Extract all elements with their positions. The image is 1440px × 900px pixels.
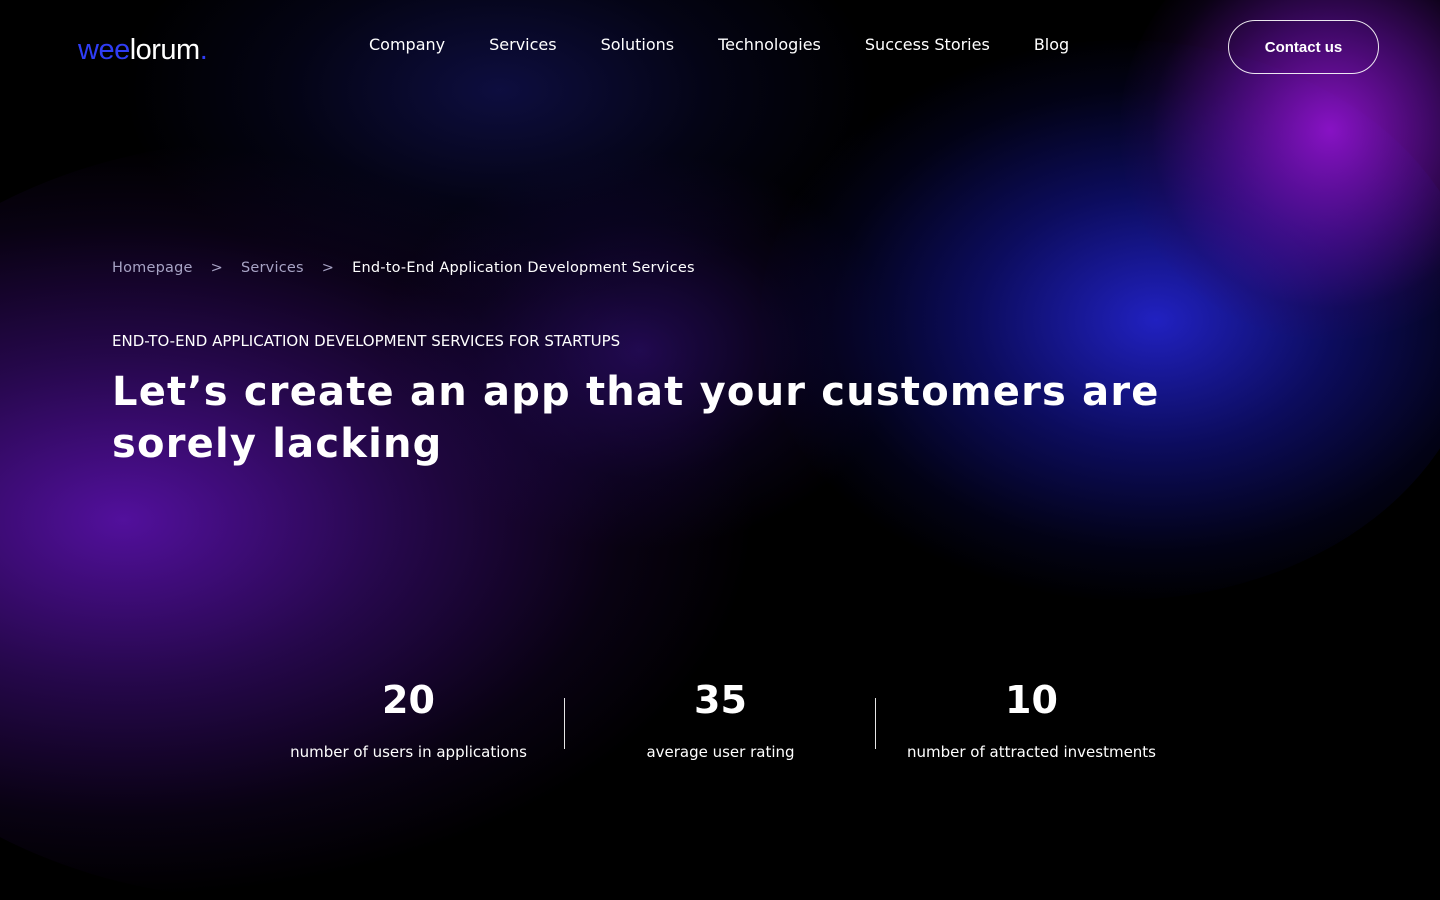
breadcrumb-homepage[interactable]: Homepage	[112, 258, 193, 278]
breadcrumb: Homepage > Services > End-to-End Applica…	[112, 258, 695, 278]
logo-dot: .	[199, 34, 208, 66]
stat-value: 35	[694, 678, 747, 722]
stat-label: number of attracted investments	[906, 743, 1157, 761]
breadcrumb-services[interactable]: Services	[241, 258, 304, 278]
nav-item-solutions[interactable]: Solutions	[601, 34, 675, 56]
stat-users: 20 number of users in applications	[253, 676, 564, 763]
hero-headline: Let’s create an app that your customers …	[112, 369, 1160, 467]
main-nav: Company Services Solutions Technologies …	[369, 34, 1069, 56]
background-glow-violet-left	[0, 140, 760, 900]
nav-item-services[interactable]: Services	[489, 34, 556, 56]
stat-rating: 35 average user rating	[565, 676, 876, 763]
logo[interactable]: weelorum.	[78, 30, 208, 70]
hero-eyebrow: END-TO-END APPLICATION DEVELOPMENT SERVI…	[112, 332, 621, 350]
logo-part-lorum: lorum	[129, 34, 201, 66]
nav-item-technologies[interactable]: Technologies	[718, 34, 821, 56]
breadcrumb-separator: >	[321, 260, 335, 276]
stat-value: 20	[382, 678, 435, 722]
breadcrumb-current: End-to-End Application Development Servi…	[352, 260, 695, 276]
nav-item-company[interactable]: Company	[369, 34, 445, 56]
logo-part-wee: wee	[78, 34, 130, 66]
stats-row: 20 number of users in applications 35 av…	[253, 676, 1188, 776]
contact-us-button[interactable]: Contact us	[1228, 20, 1379, 74]
stat-label: number of users in applications	[290, 743, 527, 761]
stat-value: 10	[1005, 678, 1058, 722]
breadcrumb-separator: >	[210, 260, 223, 276]
page: weelorum. Company Services Solutions Tec…	[0, 0, 1440, 900]
background-glow-blue	[760, 40, 1440, 600]
stat-investments: 10 number of attracted investments	[876, 676, 1187, 763]
stat-label: average user rating	[646, 743, 795, 761]
nav-item-blog[interactable]: Blog	[1034, 34, 1069, 56]
nav-item-success-stories[interactable]: Success Stories	[865, 34, 990, 56]
